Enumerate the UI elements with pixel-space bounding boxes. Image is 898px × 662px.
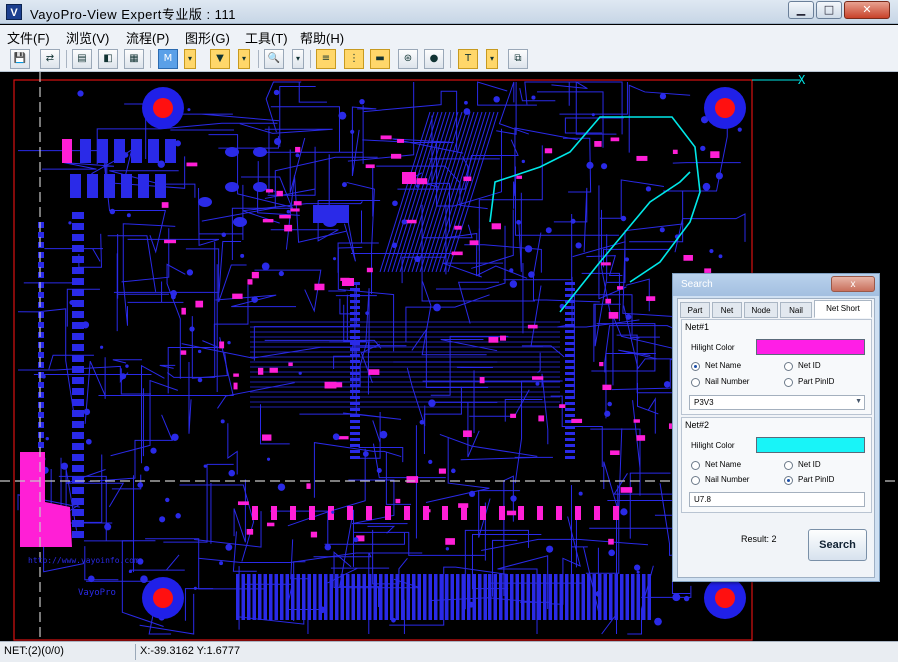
net1-color-swatch[interactable] xyxy=(756,339,865,355)
compare-icon[interactable]: ⇄ xyxy=(40,49,60,69)
chevron-down-icon[interactable]: ▼ xyxy=(855,398,862,405)
status-net: NET:(2)(0/0) xyxy=(4,645,64,657)
board-logo-text: VayoPro xyxy=(78,588,116,598)
dialog-title: Search xyxy=(681,279,713,290)
net1-option-label: Net Name xyxy=(705,361,742,370)
net1-radio-nail-number[interactable] xyxy=(691,378,700,387)
zoom-icon[interactable]: 🔍 xyxy=(264,49,284,69)
x-axis-label: X xyxy=(798,73,806,87)
menu-view[interactable]: 浏览(V) xyxy=(66,28,109,47)
toolbar: 💾 ⇄ ▤ ◧ ▦ M ▾ ▼ ▾ 🔍 ▾ ≡ ⋮ ▬ ⊛ ● T ▾ ⧉ xyxy=(0,46,898,72)
menu-file[interactable]: 文件(F) xyxy=(7,28,50,47)
pad-layer xyxy=(38,89,742,626)
toolbar-separator xyxy=(450,50,451,68)
layers-icon[interactable]: ▤ xyxy=(72,49,92,69)
status-coords: X:-39.3162 Y:1.6777 xyxy=(140,645,241,657)
net2-radio-net-id[interactable] xyxy=(784,461,793,470)
toolbar-separator xyxy=(66,50,67,68)
tab-nail[interactable]: Nail xyxy=(780,302,812,318)
net1-radio-part-pinid[interactable] xyxy=(784,378,793,387)
result-label: Result: 2 xyxy=(741,534,777,544)
menu-help[interactable]: 帮助(H) xyxy=(300,28,344,47)
app-logo-icon: V xyxy=(6,4,22,20)
menu-graphics[interactable]: 图形(G) xyxy=(185,28,230,47)
net2-radio-nail-number[interactable] xyxy=(691,476,700,485)
toolbar-separator xyxy=(310,50,311,68)
window-title: VayoPro-View Expert专业版 : 111 xyxy=(30,7,236,22)
net1-radio-net-name[interactable] xyxy=(691,362,700,371)
zoom-dropdown-icon[interactable]: ▾ xyxy=(292,49,304,69)
pins-icon[interactable]: ⋮ xyxy=(344,49,364,69)
status-bar: NET:(2)(0/0) X:-39.3162 Y:1.6777 xyxy=(0,641,898,662)
toolbar-separator xyxy=(258,50,259,68)
trace-layer xyxy=(17,81,746,635)
net1-value: P3V3 xyxy=(694,398,714,407)
net1-hilight-label: Hilight Color xyxy=(691,343,735,352)
menu-tools[interactable]: 工具(T) xyxy=(245,28,288,47)
text-icon[interactable]: T xyxy=(458,49,478,69)
close-button[interactable]: ✕ xyxy=(844,1,890,19)
board-url-text: http://www.vayoinfo.com xyxy=(28,556,139,565)
save-icon[interactable]: 💾 xyxy=(10,49,30,69)
net2-hilight-label: Hilight Color xyxy=(691,441,735,450)
tab-net[interactable]: Net xyxy=(712,302,742,318)
net2-value-input[interactable]: U7.8 xyxy=(689,492,865,507)
dialog-title-bar[interactable]: Search x xyxy=(673,274,879,296)
app-window: V VayoPro-View Expert专业版 : 111 ▁ □ ✕ 文件(… xyxy=(0,0,898,662)
net2-option-label: Nail Number xyxy=(705,475,750,484)
net2-color-swatch[interactable] xyxy=(756,437,865,453)
menu-process[interactable]: 流程(P) xyxy=(126,28,169,47)
search-button[interactable]: Search xyxy=(808,529,867,561)
mode-dropdown-icon[interactable]: ▾ xyxy=(184,49,196,69)
tab-part[interactable]: Part xyxy=(680,302,710,318)
mode-m-icon[interactable]: M xyxy=(158,49,178,69)
net1-title: Net#1 xyxy=(685,322,710,332)
title-bar: V VayoPro-View Expert专业版 : 111 ▁ □ ✕ xyxy=(0,0,898,24)
net1-option-label: Net ID xyxy=(798,361,821,370)
dots-icon[interactable]: ● xyxy=(424,49,444,69)
net2-title: Net#2 xyxy=(685,420,710,430)
net2-radio-net-name[interactable] xyxy=(691,461,700,470)
text-dropdown-icon[interactable]: ▾ xyxy=(486,49,498,69)
search-dialog: Search x Part Net Node Nail Net Short Ne… xyxy=(672,273,880,582)
bar-icon[interactable]: ▬ xyxy=(370,49,390,69)
window-icon[interactable]: ⧉ xyxy=(508,49,528,69)
dialog-close-button[interactable]: x xyxy=(831,276,875,292)
minimize-button[interactable]: ▁ xyxy=(788,1,814,19)
net2-radio-part-pinid[interactable] xyxy=(784,476,793,485)
probe-icon[interactable]: ▼ xyxy=(210,49,230,69)
gear-icon[interactable]: ⊛ xyxy=(398,49,418,69)
board-icon[interactable]: ▦ xyxy=(124,49,144,69)
maximize-button[interactable]: □ xyxy=(816,1,842,19)
probe-dropdown-icon[interactable]: ▾ xyxy=(238,49,250,69)
net1-name-select[interactable]: P3V3 ▼ xyxy=(689,395,865,410)
component-icon[interactable]: ◧ xyxy=(98,49,118,69)
net1-option-label: Part PinID xyxy=(798,377,835,386)
net1-radio-net-id[interactable] xyxy=(784,362,793,371)
toolbar-separator xyxy=(150,50,151,68)
net1-option-label: Nail Number xyxy=(705,377,750,386)
menu-bar: 文件(F) 浏览(V) 流程(P) 图形(G) 工具(T) 帮助(H) xyxy=(0,25,898,46)
tab-net-short[interactable]: Net Short xyxy=(814,300,872,318)
status-divider xyxy=(135,644,136,660)
list-icon[interactable]: ≡ xyxy=(316,49,336,69)
net2-option-label: Net Name xyxy=(705,460,742,469)
tab-node[interactable]: Node xyxy=(744,302,778,318)
dialog-body: Part Net Node Nail Net Short Net#1 Hilig… xyxy=(677,298,875,578)
net2-option-label: Net ID xyxy=(798,460,821,469)
net2-option-label: Part PinID xyxy=(798,475,835,484)
